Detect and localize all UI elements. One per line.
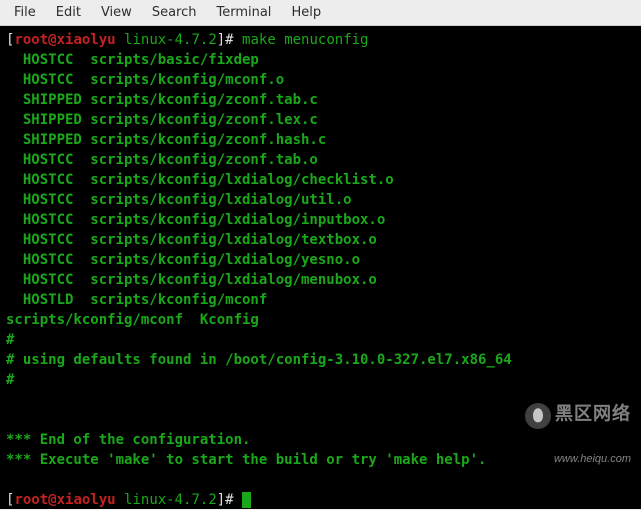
mushroom-icon xyxy=(525,403,551,429)
output-line: HOSTCC scripts/kconfig/zconf.tab.o xyxy=(6,152,318,168)
output-line: HOSTLD scripts/kconfig/mconf xyxy=(6,292,267,308)
prompt-dir: linux-4.7.2 xyxy=(124,32,217,48)
menu-help[interactable]: Help xyxy=(281,1,331,24)
output-line: HOSTCC scripts/kconfig/lxdialog/inputbox… xyxy=(6,212,385,228)
output-line: # using defaults found in /boot/config-3… xyxy=(6,352,512,368)
prompt-dir: linux-4.7.2 xyxy=(124,492,217,508)
menu-terminal[interactable]: Terminal xyxy=(206,1,281,24)
menubar: File Edit View Search Terminal Help xyxy=(0,0,641,26)
output-line: *** Execute 'make' to start the build or… xyxy=(6,452,486,468)
output-line: HOSTCC scripts/basic/fixdep xyxy=(6,52,259,68)
watermark-text: 黑区网络 xyxy=(555,404,631,424)
terminal-area[interactable]: [root@xiaolyu linux-4.7.2]# make menucon… xyxy=(0,26,641,509)
output-line: HOSTCC scripts/kconfig/lxdialog/menubox.… xyxy=(6,272,377,288)
output-line: SHIPPED scripts/kconfig/zconf.lex.c xyxy=(6,112,318,128)
watermark: 黑区网络 www.heiqu.com xyxy=(517,383,631,489)
prompt-space xyxy=(116,32,124,48)
output-line: HOSTCC scripts/kconfig/mconf.o xyxy=(6,72,284,88)
prompt-user: root@xiaolyu xyxy=(14,492,115,508)
cursor-icon xyxy=(242,492,251,508)
watermark-url: www.heiqu.com xyxy=(517,449,631,469)
menu-file[interactable]: File xyxy=(4,1,46,24)
output-line: # xyxy=(6,372,14,388)
menu-edit[interactable]: Edit xyxy=(46,1,91,24)
menu-search[interactable]: Search xyxy=(142,1,207,24)
output-line: SHIPPED scripts/kconfig/zconf.tab.c xyxy=(6,92,318,108)
output-line: *** End of the configuration. xyxy=(6,432,250,448)
prompt-user: root@xiaolyu xyxy=(14,32,115,48)
blank-line xyxy=(6,472,14,488)
output-line: HOSTCC scripts/kconfig/lxdialog/yesno.o xyxy=(6,252,360,268)
output-line: # xyxy=(6,332,14,348)
output-line: HOSTCC scripts/kconfig/lxdialog/checklis… xyxy=(6,172,394,188)
output-line: HOSTCC scripts/kconfig/lxdialog/textbox.… xyxy=(6,232,377,248)
menu-view[interactable]: View xyxy=(91,1,142,24)
prompt-bracket-close: ]# xyxy=(217,32,242,48)
prompt-space xyxy=(116,492,124,508)
command-text: make menuconfig xyxy=(242,32,368,48)
output-line: SHIPPED scripts/kconfig/zconf.hash.c xyxy=(6,132,326,148)
prompt-bracket-close: ]# xyxy=(217,492,242,508)
output-line: scripts/kconfig/mconf Kconfig xyxy=(6,312,259,328)
output-line: HOSTCC scripts/kconfig/lxdialog/util.o xyxy=(6,192,352,208)
